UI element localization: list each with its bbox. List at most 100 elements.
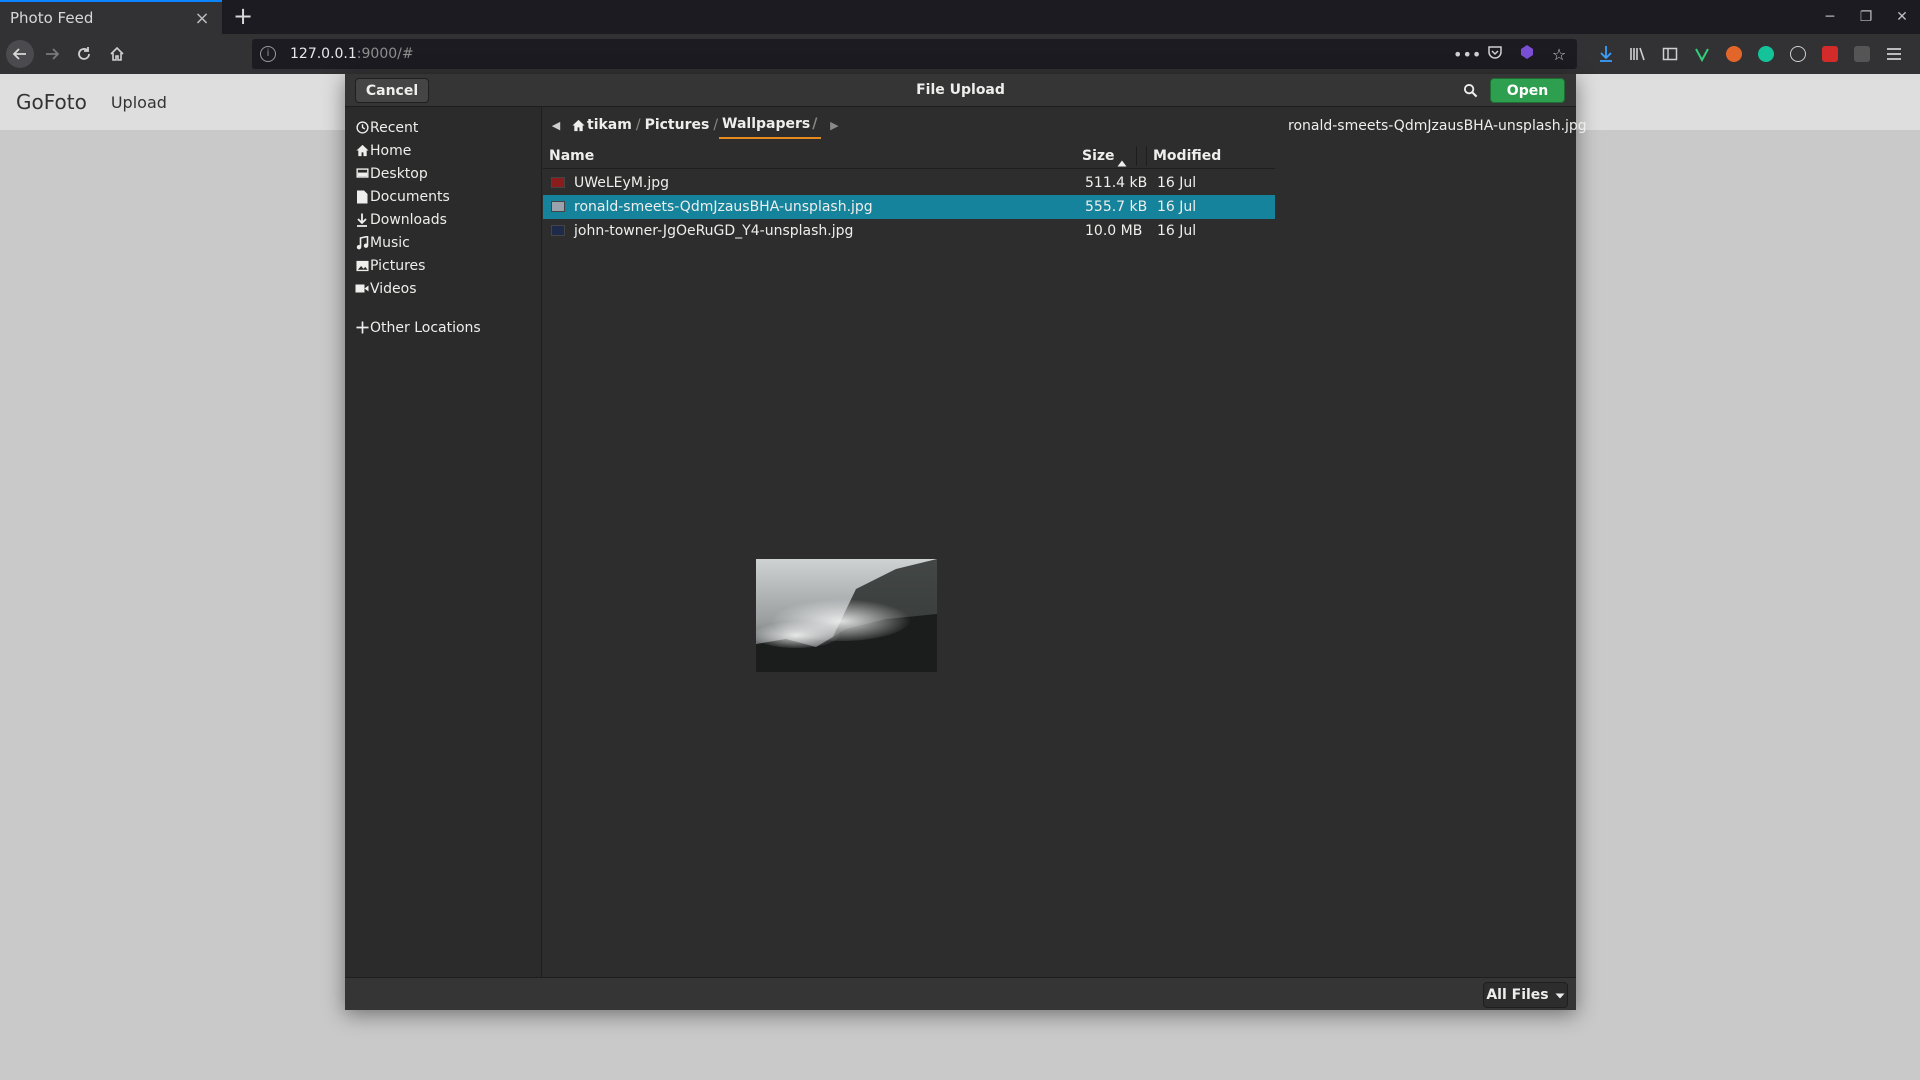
sidebar-item-label: Pictures [370, 257, 426, 274]
dialog-footer: All Files [345, 977, 1576, 1010]
reload-icon[interactable] [70, 40, 98, 68]
breadcrumb-home[interactable]: tikam [569, 111, 635, 139]
sidebar-item-recent[interactable]: Recent [345, 116, 542, 139]
plus-icon [355, 321, 369, 335]
preview-pane: ronald-smeets-QdmJzausBHA-unsplash.jpg [1276, 107, 1587, 977]
file-list-header: Name Size Modified [543, 143, 1275, 169]
new-tab-icon[interactable]: + [230, 4, 256, 30]
file-modified: 16 Jul [1157, 223, 1197, 239]
site-brand[interactable]: GoFoto [16, 90, 87, 114]
open-button[interactable]: Open [1490, 78, 1565, 103]
breadcrumb-pictures[interactable]: Pictures [642, 111, 713, 139]
pocket-icon[interactable] [1485, 44, 1505, 64]
close-window-icon[interactable]: ✕ [1884, 0, 1920, 34]
sidebar-item-other-locations[interactable]: Other Locations [345, 316, 542, 339]
tab-title: Photo Feed [10, 9, 94, 27]
sort-ascending-icon [1117, 152, 1127, 171]
minimize-icon[interactable]: ─ [1812, 0, 1848, 34]
document-icon [355, 190, 369, 204]
download-icon[interactable] [1590, 40, 1622, 68]
video-icon [355, 282, 369, 296]
file-name: ronald-smeets-QdmJzausBHA-unsplash.jpg [574, 199, 873, 215]
sidebar-item-label: Desktop [370, 165, 428, 182]
breadcrumb-separator: / [812, 116, 818, 132]
music-icon [355, 235, 369, 250]
column-size-header[interactable]: Size [1082, 143, 1115, 169]
sidebar-icon[interactable] [1654, 40, 1686, 68]
sidebar-item-home[interactable]: Home [345, 139, 542, 162]
extension-sa-icon[interactable] [1846, 40, 1878, 68]
forward-arrow-icon[interactable] [38, 40, 66, 68]
column-divider [1136, 146, 1137, 166]
file-upload-dialog: File Upload Cancel Open Recent Home Desk… [345, 74, 1587, 1010]
home-icon [355, 144, 369, 158]
dialog-title: File Upload [916, 82, 1005, 98]
dialog-header: File Upload Cancel Open [345, 74, 1576, 107]
file-name: UWeLEyM.jpg [574, 175, 670, 191]
home-icon [572, 119, 585, 132]
sidebar-item-desktop[interactable]: Desktop [345, 162, 542, 185]
sidebar-item-label: Music [370, 234, 410, 251]
chevron-left-icon[interactable]: ◀ [543, 119, 569, 132]
grammarly-icon[interactable] [1750, 40, 1782, 68]
image-file-icon [551, 201, 565, 212]
info-icon[interactable]: i [260, 46, 276, 62]
file-row[interactable]: UWeLEyM.jpg 511.4 kB 16 Jul [543, 171, 1275, 195]
menu-icon[interactable] [1878, 40, 1910, 68]
sidebar-item-documents[interactable]: Documents [345, 185, 542, 208]
back-arrow-icon[interactable] [6, 40, 34, 68]
file-size: 511.4 kB [1085, 175, 1148, 191]
more-icon[interactable]: ••• [1453, 45, 1481, 64]
breadcrumb-separator: / [713, 117, 719, 133]
image-file-icon [551, 177, 565, 188]
column-divider [1146, 146, 1147, 166]
extension-icon[interactable] [1517, 44, 1537, 64]
breadcrumb-label: tikam [587, 117, 632, 133]
url-actions: ••• ☆ [1453, 39, 1569, 69]
browser-tab-bar: Photo Feed × + ─ ❐ ✕ [0, 0, 1920, 34]
sidebar-item-label: Documents [370, 188, 450, 205]
breadcrumb-label: Pictures [644, 117, 710, 133]
file-modified: 16 Jul [1157, 175, 1197, 191]
extension-v-icon[interactable] [1686, 40, 1718, 68]
extension-fox-icon[interactable] [1718, 40, 1750, 68]
url-bar[interactable]: i 127.0.0.1 :9000/# ••• ☆ [252, 39, 1577, 69]
chevron-down-icon [1555, 987, 1565, 1003]
home-icon[interactable] [103, 40, 131, 68]
sidebar-item-pictures[interactable]: Pictures [345, 254, 542, 277]
picture-icon [355, 259, 369, 273]
file-row[interactable]: john-towner-JgOeRuGD_Y4-unsplash.jpg 10.… [543, 219, 1275, 243]
file-filter-dropdown[interactable]: All Files [1483, 982, 1568, 1008]
sidebar-item-music[interactable]: Music [345, 231, 542, 254]
file-row-selected[interactable]: ronald-smeets-QdmJzausBHA-unsplash.jpg 5… [543, 195, 1275, 219]
cancel-button[interactable]: Cancel [355, 78, 429, 103]
breadcrumb-label: Wallpapers [722, 116, 811, 132]
browser-tab[interactable]: Photo Feed × [0, 0, 222, 34]
tab-close-icon[interactable]: × [192, 8, 212, 29]
library-icon[interactable] [1622, 40, 1654, 68]
upload-link[interactable]: Upload [111, 93, 167, 112]
column-name-header[interactable]: Name [549, 143, 594, 169]
file-size: 10.0 MB [1085, 223, 1143, 239]
column-modified-header[interactable]: Modified [1153, 143, 1221, 169]
account-icon[interactable] [1782, 40, 1814, 68]
search-icon[interactable] [1457, 78, 1483, 103]
sidebar-item-videos[interactable]: Videos [345, 277, 542, 300]
chevron-right-icon[interactable]: ▶ [821, 119, 847, 132]
adblock-icon[interactable] [1814, 40, 1846, 68]
sidebar-item-label: Videos [370, 280, 417, 297]
clock-icon [355, 121, 369, 135]
breadcrumb-wallpapers[interactable]: Wallpapers / [719, 111, 822, 139]
file-size: 555.7 kB [1085, 199, 1148, 215]
star-icon[interactable]: ☆ [1549, 45, 1569, 64]
sidebar-item-label: Other Locations [370, 319, 481, 336]
toolbar-icons [1590, 40, 1910, 68]
breadcrumb-separator: / [635, 117, 641, 133]
file-filter-label: All Files [1486, 987, 1549, 1003]
url-path: :9000/# [356, 46, 414, 62]
sidebar-item-downloads[interactable]: Downloads [345, 208, 542, 231]
window-controls: ─ ❐ ✕ [1812, 0, 1920, 34]
restore-icon[interactable]: ❐ [1848, 0, 1884, 34]
file-modified: 16 Jul [1157, 199, 1197, 215]
places-sidebar: Recent Home Desktop Documents Downloads [345, 107, 542, 977]
